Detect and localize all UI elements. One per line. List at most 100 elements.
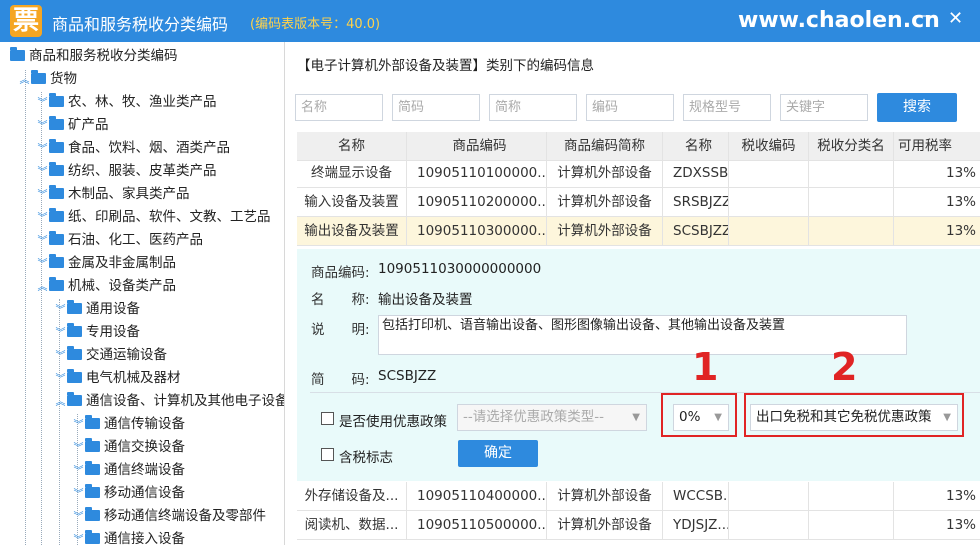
column-header[interactable]: 税收分类名 <box>809 132 894 161</box>
filter-code-input[interactable]: 简码 <box>392 94 480 121</box>
tree-item[interactable]: ︾ 纺织、服装、皮革类产品 <box>36 160 217 183</box>
tree-item[interactable]: ︾ 通信接入设备 <box>72 528 185 545</box>
tree-item[interactable]: ︾ 矿产品 <box>36 114 109 137</box>
tree-item[interactable]: ︾ 电气机械及器材 <box>54 367 181 390</box>
filter-number-input[interactable]: 编码 <box>586 94 674 121</box>
cell-cat <box>809 159 894 188</box>
table-row[interactable]: 终端显示设备 10905110100000... 计算机外部设备 ZDXSSB … <box>297 159 980 188</box>
folder-icon <box>49 162 64 176</box>
folder-icon <box>85 507 100 521</box>
cell-rate: 13% <box>945 223 976 239</box>
collapse-icon[interactable]: ︽ <box>18 69 31 92</box>
column-header[interactable]: 可用税率 <box>894 132 980 161</box>
detail-name-label: 名 称: <box>311 292 370 308</box>
cell-code: 10905110100000... <box>407 159 547 188</box>
tree-node-goods[interactable]: ︽ 货物 <box>18 68 77 91</box>
filter-keyword-input[interactable]: 关键字 <box>780 94 868 121</box>
expand-icon[interactable]: ︾ <box>54 368 67 391</box>
cell-alias: WCCSB... <box>663 482 729 511</box>
detail-desc-textarea[interactable]: 包括打印机、语音输出设备、图形图像输出设备、其他输出设备及装置 <box>378 315 907 355</box>
cell-short: 计算机外部设备 <box>547 159 663 188</box>
tree-root[interactable]: 商品和服务税收分类编码 <box>10 45 178 68</box>
close-button[interactable]: ✕ <box>948 8 963 29</box>
expand-icon[interactable]: ︾ <box>36 207 49 230</box>
table-row[interactable]: 输入设备及装置 10905110200000... 计算机外部设备 SRSBJZ… <box>297 188 980 217</box>
search-button[interactable]: 搜索 <box>877 93 957 122</box>
tree-item[interactable]: ︾ 木制品、家具类产品 <box>36 183 190 206</box>
policy-type-placeholder: --请选择优惠政策类型-- <box>463 409 604 425</box>
tree-item-machinery[interactable]: ︽ 机械、设备类产品 <box>36 275 176 298</box>
expand-icon[interactable]: ︾ <box>36 253 49 276</box>
collapse-icon[interactable]: ︽ <box>54 391 67 414</box>
watermark-text: www.chaolen.cn <box>738 8 940 33</box>
app-logo: 票 <box>10 5 42 37</box>
tree-item[interactable]: ︾ 食品、饮料、烟、酒类产品 <box>36 137 230 160</box>
collapse-icon[interactable]: ︽ <box>36 276 49 299</box>
expand-icon[interactable]: ︾ <box>72 437 85 460</box>
tree-item[interactable]: ︾ 移动通信设备 <box>72 482 185 505</box>
expand-icon[interactable]: ︾ <box>36 138 49 161</box>
detail-short-label: 简 码: <box>311 372 370 388</box>
tree-item[interactable]: ︾ 农、林、牧、渔业类产品 <box>36 91 217 114</box>
filter-short-input[interactable]: 简称 <box>489 94 577 121</box>
tree-item[interactable]: ︾ 交通运输设备 <box>54 344 167 367</box>
expand-icon[interactable]: ︾ <box>72 529 85 545</box>
annotation-label-2: 2 <box>831 345 858 389</box>
expand-icon[interactable]: ︾ <box>54 299 67 322</box>
panel-title: 【电子计算机外部设备及装置】类别下的编码信息 <box>297 58 594 74</box>
tree-item[interactable]: ︾ 专用设备 <box>54 321 140 344</box>
table-row[interactable]: 阅读机、数据... 10905110500000... 计算机外部设备 YDJS… <box>297 511 980 540</box>
expand-icon[interactable]: ︾ <box>72 460 85 483</box>
preferential-checkbox[interactable] <box>321 412 334 425</box>
expand-icon[interactable]: ︾ <box>54 322 67 345</box>
minimize-button[interactable]: — <box>920 8 934 24</box>
table-row-selected[interactable]: 输出设备及装置 10905110300000... 计算机外部设备 SCSBJZ… <box>297 217 980 246</box>
tree-item[interactable]: ︾ 通信终端设备 <box>72 459 185 482</box>
column-header[interactable]: 名称 <box>663 132 729 161</box>
cell-alias: SRSBJZZ <box>663 188 729 217</box>
folder-icon <box>49 208 64 222</box>
tree-item[interactable]: ︾ 纸、印刷品、软件、文教、工艺品 <box>36 206 271 229</box>
cell-alias: ZDXSSB <box>663 159 729 188</box>
expand-icon[interactable]: ︾ <box>36 115 49 138</box>
expand-icon[interactable]: ︾ <box>36 184 49 207</box>
policy-type-select[interactable]: --请选择优惠政策类型-- ▼ <box>457 404 647 431</box>
expand-icon[interactable]: ︾ <box>72 506 85 529</box>
annotation-box-1 <box>661 393 737 437</box>
expand-icon[interactable]: ︾ <box>54 345 67 368</box>
column-header[interactable]: 税收编码 <box>729 132 809 161</box>
annotation-label-1: 1 <box>692 345 719 389</box>
tree-item[interactable]: ︾ 通信交换设备 <box>72 436 185 459</box>
tree-item-comm[interactable]: ︽ 通信设备、计算机及其他电子设备 <box>54 390 284 414</box>
cell-rate: 13% <box>945 488 976 504</box>
filter-name-input[interactable]: 名称 <box>295 94 383 121</box>
folder-icon <box>31 70 46 84</box>
expand-icon[interactable]: ︾ <box>72 414 85 437</box>
detail-code-value: 1090511030000000000 <box>378 261 542 277</box>
tree-item[interactable]: ︾ 通用设备 <box>54 298 140 321</box>
expand-icon[interactable]: ︾ <box>72 483 85 506</box>
tree-item[interactable]: ︾ 石油、化工、医药产品 <box>36 229 203 252</box>
cell-tax <box>729 188 809 217</box>
expand-icon[interactable]: ︾ <box>36 230 49 253</box>
column-header[interactable]: 商品编码 <box>407 132 547 161</box>
tree-item[interactable]: ︾ 移动通信终端设备及零部件 <box>72 505 266 528</box>
expand-icon[interactable]: ︾ <box>36 161 49 184</box>
folder-icon <box>49 185 64 199</box>
expand-icon[interactable]: ︾ <box>36 92 49 115</box>
column-header[interactable]: 名称 <box>297 132 407 161</box>
tree-item[interactable]: ︾ 通信传输设备 <box>72 413 185 436</box>
filter-model-input[interactable]: 规格型号 <box>683 94 771 121</box>
folder-icon <box>67 369 82 383</box>
tree-item[interactable]: ︾ 金属及非金属制品 <box>36 252 176 275</box>
cell-name: 阅读机、数据... <box>297 511 407 540</box>
folder-icon <box>49 231 64 245</box>
cell-cat <box>809 511 894 540</box>
tax-included-checkbox[interactable] <box>321 448 334 461</box>
table-row[interactable]: 外存储设备及... 10905110400000... 计算机外部设备 WCCS… <box>297 482 980 511</box>
folder-icon <box>49 93 64 107</box>
cell-short: 计算机外部设备 <box>547 217 663 246</box>
column-header[interactable]: 商品编码简称 <box>547 132 663 161</box>
cell-code: 10905110400000... <box>407 482 547 511</box>
confirm-button[interactable]: 确定 <box>458 440 538 467</box>
